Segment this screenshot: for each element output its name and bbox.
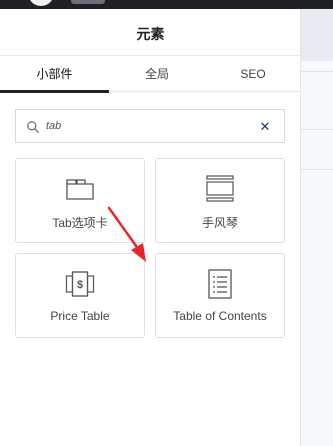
widget-tabs[interactable]: Tab选项卡 [15, 158, 145, 243]
tab-seo[interactable]: SEO [205, 56, 301, 92]
widget-label: Table of Contents [173, 309, 267, 323]
tab-global[interactable]: 全局 [109, 56, 205, 92]
panel-tabs: 小部件 全局 SEO [0, 56, 301, 93]
price-table-icon: $ [65, 271, 95, 297]
panel-title: 元素 [136, 26, 165, 42]
svg-text:$: $ [77, 279, 83, 291]
top-bar-chip[interactable] [71, 0, 105, 4]
widget-search: ✕ [15, 109, 285, 143]
widget-label: Tab选项卡 [52, 216, 108, 230]
panel-header: 元素 [0, 9, 301, 56]
logo[interactable] [28, 0, 54, 6]
tabs-icon [66, 179, 94, 200]
tab-widgets[interactable]: 小部件 [0, 56, 109, 93]
canvas-preview-edge [301, 9, 333, 446]
widget-price-table[interactable]: $ Price Table [15, 253, 145, 338]
canvas-divider [301, 169, 333, 170]
table-of-contents-icon [208, 269, 232, 299]
accordion-icon [206, 175, 234, 202]
widget-table-of-contents[interactable]: Table of Contents [155, 253, 285, 338]
canvas-header-band [301, 9, 333, 61]
search-input[interactable] [46, 116, 246, 136]
elements-panel: 元素 小部件 全局 SEO ✕ Tab选项卡 [0, 9, 301, 446]
close-icon[interactable]: ✕ [258, 119, 272, 135]
widget-accordion[interactable]: 手风琴 [155, 158, 285, 243]
widget-label: 手风琴 [201, 216, 238, 230]
canvas-divider [301, 129, 333, 130]
search-icon [27, 121, 39, 133]
canvas-divider [301, 71, 333, 72]
widget-label: Price Table [50, 309, 110, 323]
editor-top-bar [0, 0, 333, 9]
